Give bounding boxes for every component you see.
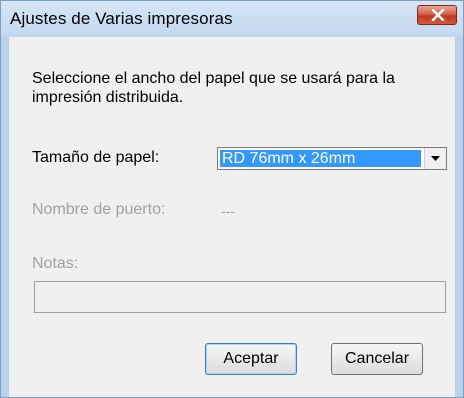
close-button[interactable] xyxy=(417,5,457,25)
title-bar[interactable]: Ajustes de Varias impresoras xyxy=(1,1,463,37)
ok-button[interactable]: Aceptar xyxy=(205,343,297,375)
chevron-down-icon xyxy=(431,156,440,161)
dialog-body: Seleccione el ancho del papel que se usa… xyxy=(9,37,455,397)
paper-size-dropdown[interactable]: RD 76mm x 26mm xyxy=(217,147,447,170)
cancel-button[interactable]: Cancelar xyxy=(331,343,423,375)
port-name-value: --- xyxy=(221,203,235,219)
paper-size-label: Tamaño de papel: xyxy=(32,149,160,166)
port-name-label: Nombre de puerto: xyxy=(32,201,166,218)
instruction-text: Seleccione el ancho del papel que se usa… xyxy=(32,70,395,106)
dropdown-button[interactable] xyxy=(424,148,446,169)
window-title: Ajustes de Varias impresoras xyxy=(10,9,233,28)
notes-field[interactable] xyxy=(34,281,446,313)
notes-label: Notas: xyxy=(32,255,79,272)
paper-size-value: RD 76mm x 26mm xyxy=(220,150,421,167)
dialog-window: Ajustes de Varias impresoras Seleccione … xyxy=(0,0,464,398)
close-icon xyxy=(431,9,445,21)
